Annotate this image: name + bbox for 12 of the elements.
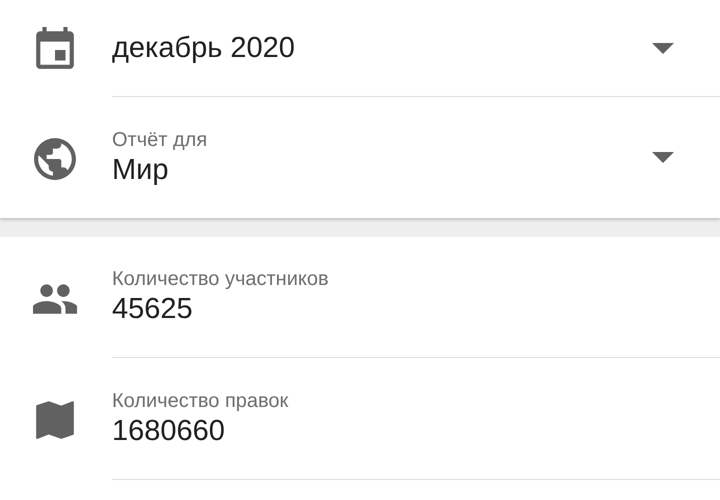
dropdown-caret-icon	[652, 42, 674, 54]
dropdown-caret-icon	[652, 152, 674, 163]
stat-value: 1680660	[112, 414, 226, 448]
dropdown[interactable]: Отчёт для Мир	[0, 97, 720, 218]
field-label: Отчёт для	[112, 128, 208, 152]
stat-value: 45625	[112, 292, 194, 327]
dropdown[interactable]: декабрь 2020	[0, 0, 720, 97]
globe-icon	[32, 136, 76, 180]
field-value: Мир	[112, 152, 170, 188]
field-value: декабрь 2020	[112, 31, 296, 66]
stat-label: Количество правок	[112, 388, 290, 412]
stat-label: Количество участников	[112, 267, 330, 291]
